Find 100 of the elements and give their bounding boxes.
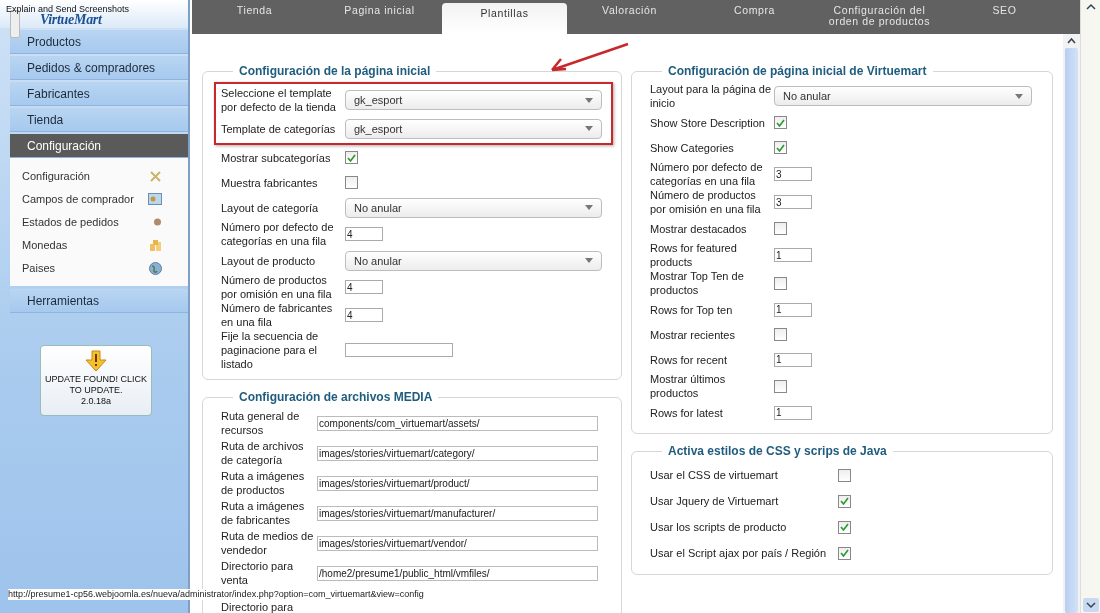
tab[interactable]: Configuración del orden de productos [817, 0, 942, 34]
tab[interactable]: Valoración [567, 0, 692, 34]
globe-icon [149, 261, 162, 275]
field-label: Usar los scripts de producto [650, 520, 788, 534]
sidebar-item[interactable]: Herramientas [10, 289, 188, 313]
field-label: Rows for latest [650, 405, 724, 420]
dropdown[interactable]: gk_esport [345, 118, 602, 139]
dropdown[interactable]: gk_esport [345, 90, 602, 110]
field-label: Usar Jquery de Virtuemart [650, 494, 780, 508]
field-label: Ruta de archivos de categoría [221, 439, 305, 467]
sidebar-item[interactable]: Configuración [10, 134, 188, 158]
checkbox[interactable] [774, 116, 787, 129]
field-label: Número de fabricantes en una fila [221, 301, 334, 329]
path-field[interactable]: /home2/presume1/public_html/vmfiles/ [317, 565, 598, 581]
dropdown[interactable]: No anular [774, 86, 1032, 106]
field-label: Número por defecto de categorías en una fila [650, 160, 764, 188]
dropdown-caret-icon [585, 126, 593, 131]
checkbox[interactable] [838, 520, 851, 534]
field-label: Layout para la página de inicio [650, 82, 773, 110]
field-label: Show Categories [650, 140, 735, 155]
dropdown[interactable]: No anular [345, 250, 602, 271]
field-label: Ruta de medios de vendedor [221, 529, 315, 557]
tab[interactable]: Plantillas [442, 3, 567, 34]
submenu-item[interactable]: Estados de pedidos [22, 216, 119, 228]
submenu-item[interactable]: Configuración [22, 170, 90, 182]
scrollbar[interactable] [1063, 34, 1080, 613]
path-field[interactable]: images/stories/virtuemart/manufacturer/ [317, 505, 598, 521]
path-field[interactable]: images/stories/virtuemart/category/ [317, 445, 598, 461]
dropdown[interactable]: No anular [345, 197, 602, 218]
field-label: Mostrar últimos productos [650, 372, 727, 400]
checkbox[interactable] [345, 176, 358, 189]
field-label: Mostrar recientes [650, 327, 736, 342]
tab[interactable]: Compra [692, 0, 817, 34]
scrollbar[interactable] [1080, 0, 1100, 613]
tab[interactable]: SEO [942, 0, 1067, 34]
number-field[interactable]: 1 [774, 248, 812, 262]
field-label: Layout de categoría [221, 200, 320, 215]
submenu-item[interactable]: Campos de comprador [22, 193, 134, 205]
field-label: Número de productos por omisión en una fila [221, 273, 333, 301]
field-label: Muestra fabricantes [221, 175, 319, 190]
path-field[interactable]: components/com_virtuemart/assets/ [317, 415, 598, 431]
path-field[interactable]: images/stories/virtuemart/vendor/ [317, 535, 598, 551]
version-label: 2.0.18a [81, 396, 111, 407]
number-field[interactable]: 4 [345, 280, 383, 294]
scroll-down-icon[interactable] [1081, 597, 1100, 613]
dropdown-caret-icon [585, 97, 593, 103]
checkbox[interactable] [774, 141, 787, 154]
panel-title: Configuración de la página inicial [238, 64, 432, 78]
field-label: Rows for recent [650, 352, 729, 367]
number-field[interactable]: 1 [774, 352, 812, 367]
submenu-item[interactable]: Monedas [22, 239, 68, 251]
checkbox[interactable] [774, 222, 787, 235]
checkbox[interactable] [774, 379, 787, 393]
update-message: UPDATE FOUND! CLICK TO UPDATE. [44, 374, 148, 396]
field-label: Usar el Script ajax por país / Región [650, 546, 828, 560]
submenu-item[interactable]: Paises [22, 262, 56, 274]
field-label: Show Store Description [650, 115, 766, 130]
dropdown-caret-icon [585, 205, 593, 210]
tab[interactable]: Tienda [192, 0, 317, 34]
field-label: Mostrar subcategorías [221, 150, 332, 165]
checkbox[interactable] [774, 328, 787, 341]
field-label: Seleccione el template por defecto de la tienda [221, 86, 337, 114]
input-field[interactable] [345, 343, 453, 357]
number-field[interactable]: 4 [345, 227, 383, 241]
field-label: Rows for Top ten [650, 302, 734, 317]
dropdown-caret-icon [1015, 93, 1023, 99]
field-label: Usar el CSS de virtuemart [650, 468, 779, 482]
number-field[interactable]: 1 [774, 302, 812, 317]
field-label: Rows for featured products [650, 241, 738, 269]
number-field[interactable]: 3 [774, 167, 812, 181]
checkbox[interactable] [345, 151, 358, 164]
field-label: Número de productos por omisión en una fila [650, 188, 762, 216]
warning-arrow-icon [85, 350, 107, 372]
checkbox[interactable] [774, 276, 787, 290]
field-label: Ruta a imágenes de productos [221, 469, 306, 497]
field-label: Template de categorías [221, 121, 337, 136]
field-label: Directorio para [221, 600, 295, 613]
update-button[interactable]: UPDATE FOUND! CLICK TO UPDATE. 2.0.18a [40, 345, 152, 416]
checkbox[interactable] [838, 494, 851, 508]
sidebar-item[interactable]: Productos [10, 30, 188, 54]
sidebar-item[interactable]: Pedidos & compradores [10, 56, 188, 80]
checkbox[interactable] [838, 468, 851, 482]
checkbox[interactable] [838, 546, 851, 560]
field-label: Ruta general de recursos [221, 409, 301, 437]
logo: VirtueMart [40, 12, 102, 28]
field-label: Directorio para venta [221, 559, 295, 587]
number-field[interactable]: 3 [774, 195, 812, 209]
number-field[interactable]: 1 [774, 405, 812, 420]
field-label: Número por defecto de categorías en una fila [221, 220, 335, 248]
number-field[interactable]: 4 [345, 308, 383, 322]
tab[interactable]: Pagina inicial [317, 0, 442, 34]
sidebar-item[interactable]: Tienda [10, 108, 188, 132]
sidebar-item[interactable]: Fabricantes [10, 82, 188, 106]
status-url: http://presume1-cp56.webjoomla.es/nueva/administrator/index.php?option=com_virtuemart&view=config [8, 589, 424, 600]
status-icon [153, 218, 162, 226]
field-label: Ruta a imágenes de fabricantes [221, 499, 306, 527]
path-field[interactable]: images/stories/virtuemart/product/ [317, 475, 598, 491]
tools-icon [149, 169, 162, 183]
dropdown-caret-icon [585, 258, 593, 263]
field-label: Mostrar destacados [650, 221, 748, 236]
